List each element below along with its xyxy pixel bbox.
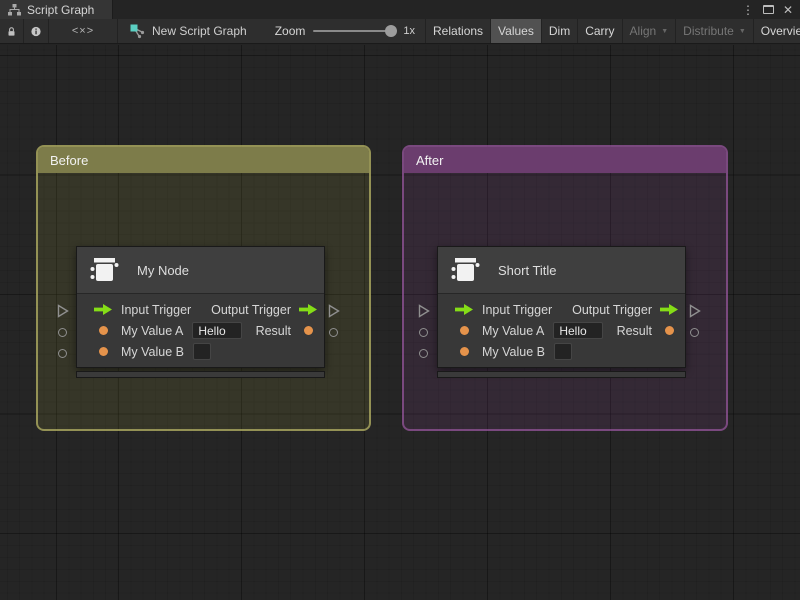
flow-port-outline-icon[interactable]	[689, 304, 701, 318]
values-button[interactable]: Values	[490, 19, 541, 43]
distribute-dropdown[interactable]: Distribute ▼	[675, 19, 753, 43]
info-icon	[31, 25, 41, 38]
toolbar-toggles: Relations Values Dim Carry Align ▼ Distr…	[425, 19, 800, 43]
node-footer	[76, 371, 325, 378]
port-row: Input Trigger Output Trigger	[77, 299, 324, 320]
graph-title: New Script Graph	[152, 24, 247, 38]
value-input-port-icon[interactable]	[94, 326, 112, 335]
zoom-label: Zoom	[275, 24, 306, 38]
window-menu-icon[interactable]: ⋮	[742, 4, 754, 16]
relations-button[interactable]: Relations	[425, 19, 490, 43]
unit-node-icon	[89, 255, 120, 286]
value-port-outline-icon[interactable]	[419, 328, 428, 337]
value-b-field[interactable]	[193, 343, 211, 360]
value-a-field[interactable]	[553, 322, 603, 339]
node-title: My Node	[137, 263, 189, 278]
flow-input-port-icon[interactable]	[455, 304, 473, 315]
zoom-slider[interactable]	[313, 30, 395, 32]
value-port-outline-icon[interactable]	[58, 328, 67, 337]
lock-button[interactable]	[0, 19, 23, 43]
maximize-icon[interactable]	[763, 5, 774, 14]
port-row: My Value B	[438, 341, 685, 362]
flow-port-outline-icon[interactable]	[328, 304, 340, 318]
group-label: After	[416, 153, 443, 168]
carry-button[interactable]: Carry	[577, 19, 621, 43]
port-row: My Value B	[77, 341, 324, 362]
value-a-field[interactable]	[192, 322, 242, 339]
value-port-outline-icon[interactable]	[329, 328, 338, 337]
node-header[interactable]: Short Title	[438, 247, 685, 294]
flow-output-port-icon[interactable]	[660, 304, 678, 315]
node-header[interactable]: My Node	[77, 247, 324, 294]
hierarchy-icon	[8, 4, 21, 16]
value-port-outline-icon[interactable]	[58, 349, 67, 358]
value-input-port-icon[interactable]	[455, 347, 473, 356]
zoom-value: 1x	[403, 25, 415, 37]
group-label: Before	[50, 153, 88, 168]
window-controls: ⋮ ✕	[742, 0, 800, 19]
zoom-control: Zoom 1x	[257, 19, 425, 43]
port-row: My Value A Result	[438, 320, 685, 341]
value-port-outline-icon[interactable]	[690, 328, 699, 337]
graph-icon	[130, 24, 145, 39]
tab-script-graph[interactable]: Script Graph	[0, 0, 113, 19]
chevron-down-icon: ▼	[661, 28, 668, 35]
group-before-header[interactable]: Before	[38, 147, 369, 173]
close-icon[interactable]: ✕	[783, 4, 793, 16]
value-output-port-icon[interactable]	[299, 326, 317, 335]
value-port-outline-icon[interactable]	[419, 349, 428, 358]
flow-output-port-icon[interactable]	[299, 304, 317, 315]
tab-title: Script Graph	[27, 3, 94, 17]
dim-button[interactable]: Dim	[541, 19, 577, 43]
overview-button[interactable]: Overview	[753, 19, 800, 43]
node-title: Short Title	[498, 263, 557, 278]
chevron-down-icon: ▼	[739, 28, 746, 35]
node-short-title[interactable]: Short Title Input Trigger Output Trigger	[437, 246, 686, 378]
port-row: My Value A Result	[77, 320, 324, 341]
titlebar: Script Graph ⋮ ✕	[0, 0, 800, 19]
value-input-port-icon[interactable]	[455, 326, 473, 335]
value-input-port-icon[interactable]	[94, 347, 112, 356]
zoom-slider-knob[interactable]	[385, 25, 397, 37]
group-after-header[interactable]: After	[404, 147, 726, 173]
port-row: Input Trigger Output Trigger	[438, 299, 685, 320]
value-output-port-icon[interactable]	[660, 326, 678, 335]
flow-port-outline-icon[interactable]	[57, 304, 69, 318]
node-my-node[interactable]: My Node Input Trigger Output Trigger	[76, 246, 325, 378]
code-preview-button[interactable]: <×>	[49, 19, 117, 43]
script-graph-window: Script Graph ⋮ ✕ <×>	[0, 0, 800, 600]
lock-icon	[7, 25, 16, 38]
flow-input-port-icon[interactable]	[94, 304, 112, 315]
unit-node-icon	[450, 255, 481, 286]
info-button[interactable]	[24, 19, 48, 43]
graph-toolbar: <×> New Script Graph Zoom 1x Relations V…	[0, 19, 800, 44]
graph-breadcrumb[interactable]: New Script Graph	[118, 19, 257, 43]
graph-canvas[interactable]: Before After My Node	[0, 45, 800, 600]
value-b-field[interactable]	[554, 343, 572, 360]
node-footer	[437, 371, 686, 378]
flow-port-outline-icon[interactable]	[418, 304, 430, 318]
align-dropdown[interactable]: Align ▼	[622, 19, 676, 43]
